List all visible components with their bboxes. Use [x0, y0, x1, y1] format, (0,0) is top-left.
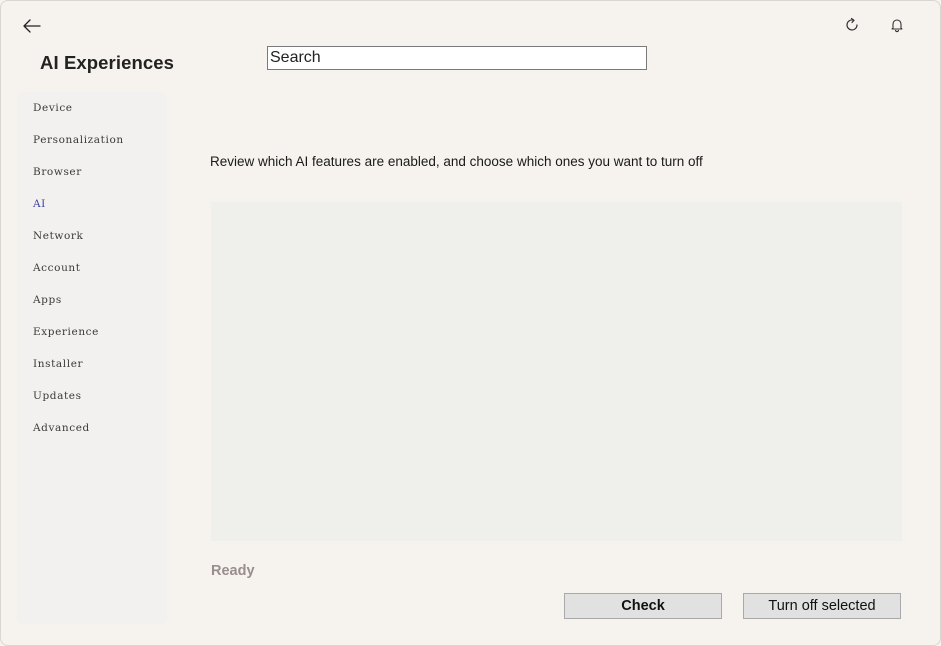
sidebar-item-advanced[interactable]: Advanced [33, 422, 90, 434]
sidebar-item-updates[interactable]: Updates [33, 390, 82, 402]
page-description: Review which AI features are enabled, an… [210, 154, 703, 169]
search-input[interactable] [267, 46, 647, 70]
ai-features-list[interactable] [211, 202, 902, 541]
sidebar-item-personalization[interactable]: Personalization [33, 134, 124, 146]
sidebar-item-experience[interactable]: Experience [33, 326, 99, 338]
bell-icon [889, 17, 905, 38]
sidebar-item-account[interactable]: Account [33, 262, 81, 274]
sidebar-item-browser[interactable]: Browser [33, 166, 82, 178]
back-button[interactable] [20, 17, 44, 39]
refresh-icon [844, 17, 860, 38]
status-label: Ready [211, 563, 255, 579]
sidebar-item-apps[interactable]: Apps [33, 294, 62, 306]
sidebar-nav: Device Personalization Browser AI Networ… [17, 92, 167, 624]
sidebar-item-installer[interactable]: Installer [33, 358, 83, 370]
sidebar-item-device[interactable]: Device [33, 102, 73, 114]
refresh-button[interactable] [841, 16, 863, 38]
page-title: AI Experiences [40, 52, 175, 73]
sidebar-item-network[interactable]: Network [33, 230, 84, 242]
arrow-left-icon [23, 18, 41, 38]
check-button[interactable]: Check [564, 593, 722, 619]
sidebar-item-ai[interactable]: AI [33, 198, 46, 210]
turn-off-selected-button[interactable]: Turn off selected [743, 593, 901, 619]
notifications-button[interactable] [886, 16, 908, 38]
